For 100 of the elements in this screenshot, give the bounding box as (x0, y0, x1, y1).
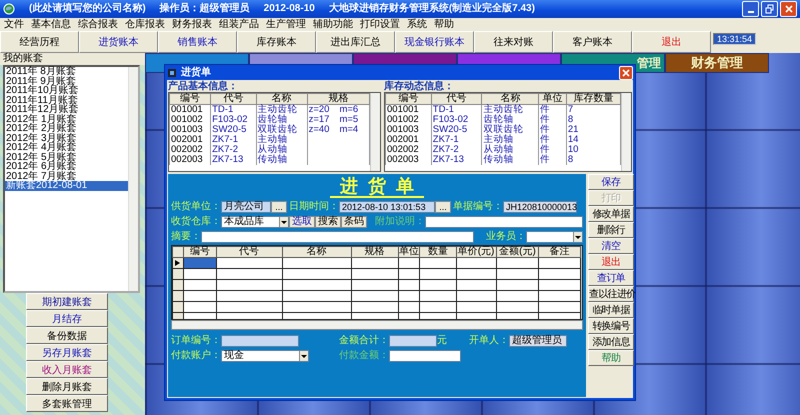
column-header: 单位 (538, 94, 566, 104)
pick-button[interactable]: 搜索 (315, 216, 341, 228)
payment-amount-field[interactable] (389, 350, 461, 362)
table-cell: ZK7-1 (432, 134, 459, 145)
warehouse-dropdown[interactable]: 本成品库 (221, 216, 289, 228)
toolbar-button[interactable]: 经营历程 (0, 31, 79, 53)
menu-item[interactable]: 基本信息 (31, 18, 71, 30)
toolbar-button[interactable]: 进货账本 (79, 31, 158, 53)
side-button[interactable]: 删除月账套 (26, 378, 108, 395)
side-button[interactable]: 备份数据 (26, 327, 108, 344)
pick-button[interactable]: 选取 (289, 216, 315, 228)
side-button[interactable]: 另存月账套 (26, 344, 108, 361)
list-item[interactable]: 2012年 4月账套 (5, 143, 128, 152)
vertical-scrollbar[interactable] (370, 93, 380, 171)
list-item[interactable]: 2012年 6月账套 (5, 162, 128, 172)
list-item[interactable]: 2011年 8月账套 (5, 67, 128, 76)
column-header: 编号 (183, 246, 216, 258)
list-item[interactable]: 2011年12月账套 (5, 105, 128, 114)
clerk-dropdown[interactable] (526, 230, 583, 242)
table-cell: ZK7-2 (212, 144, 238, 155)
column-header: 代号 (431, 94, 482, 104)
list-item[interactable]: 2012年 3月账套 (5, 134, 128, 143)
vertical-scrollbar[interactable] (621, 93, 631, 171)
vertical-scrollbar[interactable] (128, 67, 138, 291)
side-button[interactable]: 期初建账套 (26, 293, 108, 310)
field-label: 单据编号： (453, 200, 503, 212)
list-item[interactable]: 2011年10月账套 (5, 86, 128, 96)
menu-item[interactable]: 财务报表 (172, 18, 212, 30)
side-button[interactable]: 月结存 (26, 310, 108, 327)
column-header: 单位 (398, 246, 420, 258)
restore-icon (764, 4, 774, 14)
list-item[interactable]: 2012年 5月账套 (5, 152, 128, 162)
toolbar-button[interactable]: 销售账本 (158, 31, 237, 53)
pick-button[interactable]: 条码 (341, 216, 367, 228)
minimize-icon (748, 11, 754, 13)
document-number-field[interactable]: JH120810000013 (503, 200, 577, 212)
column-header: 规格 (307, 94, 370, 104)
field-label: 付款金额： (339, 350, 389, 362)
side-button[interactable]: 收入月账套 (26, 361, 108, 378)
menu-item[interactable]: 辅助功能 (313, 18, 353, 30)
restore-button[interactable] (761, 1, 778, 17)
dialog-button[interactable]: 查订单 (588, 270, 634, 286)
horizontal-scrollbar[interactable] (171, 320, 583, 330)
menu-item[interactable]: 生产管理 (266, 18, 306, 30)
field-label: 收货仓库： (171, 216, 221, 228)
list-item[interactable]: 2011年 9月账套 (5, 76, 128, 86)
dialog-button[interactable]: 删除行 (588, 222, 634, 238)
vertical-scrollbar[interactable] (581, 246, 582, 319)
toolbar-button[interactable]: 进出库汇总 (316, 31, 395, 53)
supplier-field[interactable]: 月亮公司 (221, 200, 271, 212)
list-item[interactable]: 2012年 1月账套 (5, 114, 128, 124)
field-label: 金额合计： (339, 334, 389, 346)
toolbar-button[interactable]: 退出 (632, 31, 711, 53)
toolbar-button[interactable]: 客户账本 (553, 31, 632, 53)
list-item[interactable]: 2011年11月账套 (5, 96, 128, 105)
menu-item[interactable]: 综合报表 (78, 18, 118, 30)
datetime-field[interactable]: 2012-08-10 13:01:53 (339, 200, 435, 212)
payment-account-dropdown[interactable]: 现金 (221, 350, 309, 362)
dialog-button[interactable]: 保存 (588, 174, 634, 190)
table-cell: 7 (568, 104, 574, 115)
summary-field[interactable] (201, 230, 474, 242)
toolbar-button[interactable]: 现金银行账本 (395, 31, 474, 53)
panel-title: 我的账套 (0, 53, 145, 65)
menu-item[interactable]: 打印设置 (360, 18, 400, 30)
menu-item[interactable]: 帮助 (434, 18, 454, 30)
close-button[interactable] (619, 66, 633, 80)
field-label: 开单人： (469, 334, 509, 346)
table-cell: 主动轴 (258, 134, 288, 145)
close-button[interactable] (780, 1, 797, 17)
dialog-button[interactable]: 帮助 (588, 350, 634, 366)
dialog-button[interactable]: 临时单据 (588, 302, 634, 318)
dialog-button[interactable]: 添加信息 (588, 334, 634, 350)
side-button[interactable]: 多套账管理 (26, 395, 108, 412)
minimize-button[interactable] (742, 1, 759, 17)
form-heading: 进货单 (330, 176, 424, 198)
module-tab[interactable]: 财务管理 (665, 53, 769, 73)
table-cell: z=20 m=6 (308, 104, 358, 115)
menu-item[interactable]: 系统 (407, 18, 427, 30)
maker-field[interactable]: 超级管理员 (509, 334, 567, 346)
column-header: 数量 (419, 246, 456, 258)
menu-item[interactable]: 文件 (4, 18, 24, 30)
order-number-field[interactable] (221, 334, 299, 346)
browse-button[interactable]: ... (435, 200, 451, 212)
browse-button[interactable]: ... (271, 200, 287, 212)
list-item[interactable]: 2012年 2月账套 (5, 124, 128, 134)
unit-label: 元 (437, 334, 447, 346)
dialog-button[interactable]: 修改单据 (588, 206, 634, 222)
list-item[interactable]: 2012年 7月账套 (5, 172, 128, 181)
toolbar-button[interactable]: 库存账本 (237, 31, 316, 53)
menu-item[interactable]: 仓库报表 (125, 18, 165, 30)
globe-icon (3, 3, 15, 15)
dialog-button[interactable]: 转换编号 (588, 318, 634, 334)
dialog-button[interactable]: 退出 (588, 254, 634, 270)
total-field[interactable] (389, 334, 437, 346)
note-field[interactable] (425, 216, 583, 228)
menu-item[interactable]: 组装产品 (219, 18, 259, 30)
toolbar-button[interactable]: 往来对账 (474, 31, 553, 53)
dialog-button[interactable]: 清空 (588, 238, 634, 254)
window-title: (此处请填写您的公司名称) (29, 3, 146, 15)
window-title: 2012-08-10 (264, 3, 315, 15)
